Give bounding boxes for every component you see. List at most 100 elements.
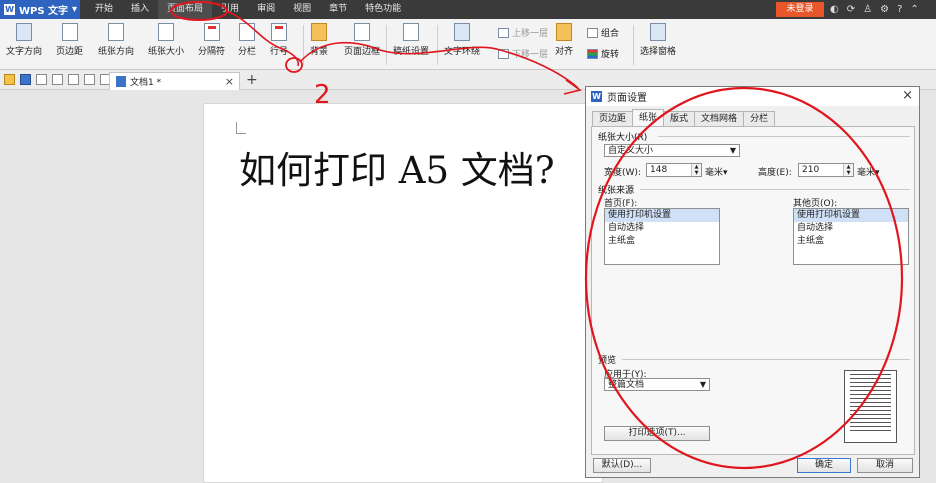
spin-arrows-icon[interactable]: ▲ ▼ — [691, 164, 701, 176]
settings-icon[interactable]: ⚙ — [880, 4, 889, 15]
list-item[interactable]: 使用打印机设置 — [605, 209, 719, 222]
menu-review[interactable]: 审阅 — [248, 0, 284, 19]
group-button[interactable]: 组合 — [587, 26, 619, 39]
paper-size-button[interactable]: 纸张大小 — [148, 23, 184, 57]
align-icon — [556, 23, 572, 41]
collapse-icon[interactable]: ⌃ — [910, 4, 918, 15]
redo-icon[interactable] — [84, 74, 95, 85]
rotate-icon — [587, 48, 598, 59]
ribbon-divider — [386, 25, 387, 65]
background-icon — [311, 23, 327, 41]
draft-setup-label: 稿纸设置 — [393, 47, 430, 57]
draft-setup-button[interactable]: 稿纸设置 — [393, 23, 429, 57]
tab-columns[interactable]: 分栏 — [743, 111, 776, 126]
group-icon — [587, 27, 598, 38]
width-label: 宽度(W): — [604, 168, 641, 178]
shirt-icon[interactable]: ♙ — [863, 4, 872, 15]
height-unit[interactable]: 毫米▾ — [857, 165, 880, 178]
columns-button[interactable]: 分栏 — [238, 23, 256, 57]
menu-insert[interactable]: 插入 — [122, 0, 158, 19]
bring-forward-label: 上移一层 — [512, 29, 549, 39]
menu-home[interactable]: 开始 — [86, 0, 122, 19]
other-pages-listbox[interactable]: 使用打印机设置 自动选择 主纸盒 — [793, 208, 909, 265]
breaks-button[interactable]: 分隔符 — [198, 23, 225, 57]
background-button[interactable]: 背景 — [310, 23, 328, 57]
document-text[interactable]: 如何打印 A5 文档? — [239, 140, 555, 194]
list-item[interactable]: 自动选择 — [605, 222, 719, 235]
margins-button[interactable]: 页边距 — [56, 23, 83, 57]
first-page-listbox[interactable]: 使用打印机设置 自动选择 主纸盒 — [604, 208, 720, 265]
undo-icon[interactable] — [68, 74, 79, 85]
list-item[interactable]: 主纸盒 — [794, 235, 908, 248]
close-icon[interactable]: × — [902, 88, 913, 103]
group-label: 组合 — [601, 29, 620, 39]
list-item[interactable]: 主纸盒 — [605, 235, 719, 248]
tab-layout[interactable]: 版式 — [663, 111, 696, 126]
paper-size-select[interactable]: 自定义大小 ▼ — [604, 144, 740, 157]
preview-group-label: 预览 — [598, 356, 617, 366]
ribbon-divider — [303, 25, 304, 65]
add-tab-icon[interactable]: + — [246, 72, 258, 88]
bring-forward-button[interactable]: 上移一层 — [498, 26, 548, 39]
menu-page-layout[interactable]: 页面布局 — [158, 0, 213, 19]
default-button[interactable]: 默认(D)... — [593, 458, 651, 473]
skin-icon[interactable]: ◐ — [830, 4, 839, 15]
orientation-label: 纸张方向 — [98, 47, 135, 57]
list-item[interactable]: 使用打印机设置 — [794, 209, 908, 222]
save-icon[interactable] — [20, 74, 31, 85]
login-button[interactable]: 未登录 — [776, 2, 824, 17]
chevron-down-icon: ▾ — [72, 4, 78, 15]
menu-references[interactable]: 引用 — [212, 0, 248, 19]
sync-icon[interactable]: ⟳ — [847, 4, 855, 15]
tab-document-grid[interactable]: 文档网格 — [694, 111, 745, 126]
width-input[interactable]: 148 ▲ ▼ — [646, 163, 702, 177]
ok-button[interactable]: 确定 — [797, 458, 851, 473]
height-label: 高度(E): — [758, 168, 792, 178]
align-button[interactable]: 对齐 — [555, 23, 573, 57]
tab-paper[interactable]: 纸张 — [632, 109, 665, 126]
spin-arrows-icon[interactable]: ▲ ▼ — [843, 164, 853, 176]
columns-icon — [239, 23, 255, 41]
page-preview-thumbnail — [844, 370, 897, 443]
print-options-button[interactable]: 打印选项(T)... — [604, 426, 710, 441]
document-page[interactable]: 如何打印 A5 文档? — [203, 103, 603, 483]
text-direction-label: 文字方向 — [6, 47, 43, 57]
selection-pane-label: 选择窗格 — [640, 47, 677, 57]
width-unit[interactable]: 毫米▾ — [705, 165, 728, 178]
cancel-button[interactable]: 取消 — [857, 458, 913, 473]
menu-view[interactable]: 视图 — [284, 0, 320, 19]
print-preview-icon[interactable] — [52, 74, 63, 85]
text-direction-button[interactable]: 文字方向 — [6, 23, 42, 57]
rotate-button[interactable]: 旋转 — [587, 47, 619, 60]
apply-to-select[interactable]: 整篇文档 ▼ — [604, 378, 710, 391]
wrap-text-button[interactable]: 文字环绕 — [444, 23, 480, 57]
close-tab-icon[interactable]: × — [225, 75, 234, 88]
line-numbers-button[interactable]: 行号 — [270, 23, 288, 57]
open-folder-icon[interactable] — [4, 74, 15, 85]
breaks-icon — [203, 23, 220, 41]
document-tab[interactable]: 文档1 * × — [109, 72, 240, 90]
ribbon-divider — [633, 25, 634, 65]
list-item[interactable]: 自动选择 — [794, 222, 908, 235]
selection-pane-button[interactable]: 选择窗格 — [640, 23, 676, 57]
menu-chapter[interactable]: 章节 — [320, 0, 356, 19]
paper-size-value: 自定义大小 — [608, 146, 654, 156]
print-icon[interactable] — [36, 74, 47, 85]
app-menu-button[interactable]: W WPS 文字 ▾ — [0, 0, 80, 19]
rotate-label: 旋转 — [601, 50, 620, 60]
send-backward-icon — [498, 48, 509, 59]
ribbon-divider — [437, 25, 438, 65]
orientation-button[interactable]: 纸张方向 — [98, 23, 134, 57]
height-input[interactable]: 210 ▲ ▼ — [798, 163, 854, 177]
quick-access-toolbar — [4, 74, 111, 85]
columns-label: 分栏 — [238, 47, 257, 57]
dialog-title: 页面设置 — [607, 93, 647, 104]
margins-label: 页边距 — [56, 47, 84, 57]
page-setup-dialog: W 页面设置 × 页边距 纸张 版式 文档网格 分栏 纸张大小(R) 自定义大小… — [585, 86, 920, 478]
text-direction-icon — [16, 23, 32, 41]
menu-special[interactable]: 特色功能 — [356, 0, 410, 19]
page-border-button[interactable]: 页面边框 — [344, 23, 380, 57]
send-backward-button[interactable]: 下移一层 — [498, 47, 548, 60]
tab-margins[interactable]: 页边距 — [592, 111, 634, 126]
help-icon[interactable]: ? — [897, 4, 902, 15]
